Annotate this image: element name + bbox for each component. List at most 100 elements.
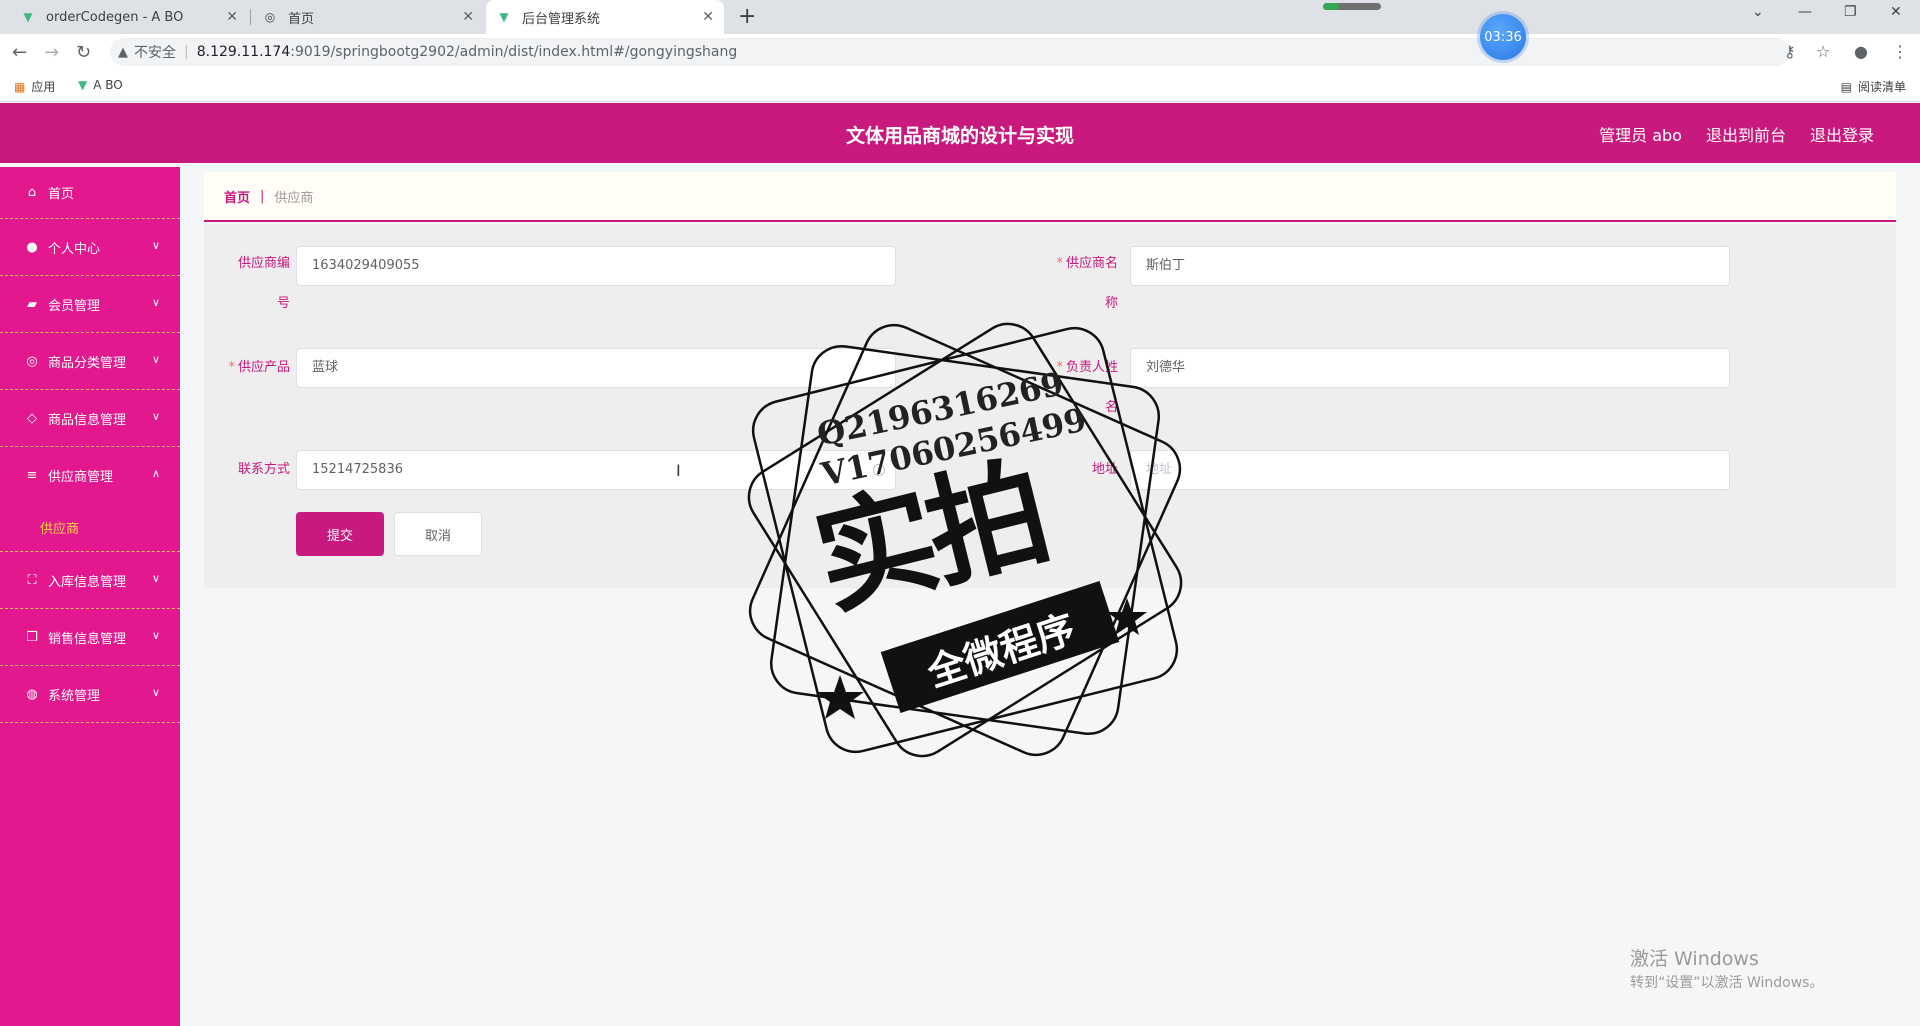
browser-tab[interactable]: ◎ 首页 ✕ bbox=[252, 0, 484, 34]
sidebar-item-home[interactable]: ⌂ 首页 bbox=[0, 167, 180, 219]
logout-link[interactable]: 退出登录 bbox=[1810, 122, 1874, 146]
bookmark-apps[interactable]: ▦ 应用 bbox=[14, 78, 55, 95]
app-header: 文体用品商城的设计与实现 管理员 abo 退出到前台 退出登录 bbox=[0, 103, 1920, 163]
frame-icon: ⛶ bbox=[27, 572, 37, 588]
tab-title: 后台管理系统 bbox=[522, 11, 601, 27]
sidebar-item-members[interactable]: ▰ 会员管理 ∨ bbox=[0, 276, 180, 333]
address-host: 8.129.11.174 bbox=[196, 44, 291, 60]
address-path: :9019/springbootg2902/admin/dist/index.h… bbox=[290, 44, 738, 60]
vue-icon: ▼ bbox=[23, 10, 33, 24]
supplier-name-input[interactable]: 斯伯丁 bbox=[1130, 246, 1730, 286]
sidebar-subitem-supplier[interactable]: 供应商 bbox=[0, 504, 180, 552]
back-icon[interactable]: ← bbox=[12, 42, 27, 63]
tab-search-icon[interactable]: ⌄ bbox=[1752, 4, 1764, 20]
breadcrumb-current: 供应商 bbox=[274, 190, 314, 206]
close-tab-icon[interactable]: ✕ bbox=[226, 9, 238, 25]
breadcrumb: 首页 | 供应商 bbox=[204, 172, 1896, 222]
warning-icon: ▲ bbox=[118, 44, 128, 60]
address-bar[interactable]: ▲ 不安全 | 8.129.11.174 :9019/springbootg29… bbox=[110, 38, 1790, 66]
apps-grid-icon: ▦ bbox=[14, 79, 26, 94]
minimize-icon[interactable]: — bbox=[1798, 4, 1812, 20]
close-tab-icon[interactable]: ✕ bbox=[462, 9, 474, 25]
goods-icon: ◇ bbox=[27, 410, 37, 426]
user-icon: ● bbox=[26, 239, 38, 255]
sidebar-item-label: 会员管理 bbox=[48, 298, 101, 314]
bookmark-label: A BO bbox=[93, 78, 123, 92]
key-icon[interactable]: ⚷ bbox=[1784, 42, 1796, 61]
phone-value: 15214725836 bbox=[312, 462, 403, 477]
sidebar-item-label: 系统管理 bbox=[48, 688, 101, 704]
tab-divider bbox=[250, 9, 251, 25]
product-label: * 供应产品 bbox=[228, 360, 290, 375]
sidebar-item-system[interactable]: ◍ 系统管理 ∨ bbox=[0, 666, 180, 723]
new-tab-button[interactable]: + bbox=[738, 4, 756, 29]
breadcrumb-home[interactable]: 首页 bbox=[224, 187, 250, 206]
submit-button[interactable]: 提交 bbox=[296, 512, 384, 556]
compass-icon: ◎ bbox=[26, 353, 38, 369]
address-divider: | bbox=[184, 44, 189, 60]
chevron-down-icon: ∨ bbox=[151, 410, 160, 423]
bookmarks-bar: ▦ 应用 ▼ A BO ▤ 阅读清单 bbox=[0, 70, 1920, 102]
sidebar-item-label: 销售信息管理 bbox=[48, 631, 127, 647]
main-content: 首页 | 供应商 供应商编 号 1634029409055 * 供应商名 称 斯伯… bbox=[204, 172, 1896, 588]
sidebar-item-label: 商品信息管理 bbox=[48, 412, 127, 428]
address-input[interactable]: 地址 bbox=[1130, 450, 1730, 490]
bookmark-label: 应用 bbox=[31, 80, 56, 94]
globe-icon: ◍ bbox=[26, 686, 38, 702]
sidebar-item-label: 个人中心 bbox=[48, 241, 101, 257]
sidebar-item-categories[interactable]: ◎ 商品分类管理 ∨ bbox=[0, 333, 180, 390]
reading-list-icon: ▤ bbox=[1840, 79, 1852, 94]
breadcrumb-separator: | bbox=[260, 188, 265, 204]
sidebar-item-goods[interactable]: ◇ 商品信息管理 ∨ bbox=[0, 390, 180, 447]
copy-icon: ❐ bbox=[26, 629, 38, 645]
text-cursor-icon: I bbox=[676, 461, 681, 480]
tab-title: 首页 bbox=[288, 11, 315, 27]
contact-name-input[interactable]: 刘德华 bbox=[1130, 348, 1730, 388]
browser-toolbar: ← → ↻ ▲ 不安全 | 8.129.11.174 :9019/springb… bbox=[0, 34, 1920, 70]
more-icon[interactable]: ⋮ bbox=[1892, 42, 1908, 61]
browser-tab-active[interactable]: ▼ 后台管理系统 ✕ bbox=[486, 0, 724, 34]
sidebar: ⌂ 首页 ● 个人中心 ∨ ▰ 会员管理 ∨ ◎ 商品分类管理 ∨ ◇ 商品信息… bbox=[0, 167, 180, 1026]
supplier-no-label: 供应商编 号 bbox=[237, 256, 290, 311]
browser-tab[interactable]: ▼ orderCodegen - A BO ✕ bbox=[10, 0, 248, 34]
bookmark-abo[interactable]: ▼ A BO bbox=[78, 78, 123, 92]
vue-icon: ▼ bbox=[78, 78, 88, 92]
sidebar-item-suppliers[interactable]: ≡ 供应商管理 ∧ bbox=[0, 447, 180, 504]
windows-watermark-title: 激活 Windows bbox=[1630, 948, 1759, 970]
reload-icon[interactable]: ↻ bbox=[76, 42, 91, 63]
sidebar-item-label: 供应商管理 bbox=[48, 470, 114, 485]
windows-watermark-subtitle: 转到“设置”以激活 Windows。 bbox=[1630, 975, 1824, 991]
supplier-no-input[interactable]: 1634029409055 bbox=[296, 246, 896, 286]
vue-icon: ▼ bbox=[499, 10, 509, 24]
chevron-down-icon: ∨ bbox=[151, 686, 160, 699]
globe-icon: ◎ bbox=[264, 10, 276, 24]
sidebar-item-sales[interactable]: ❐ 销售信息管理 ∨ bbox=[0, 609, 180, 666]
sidebar-item-label: 首页 bbox=[48, 187, 75, 202]
sidebar-item-label: 入库信息管理 bbox=[48, 574, 127, 590]
sidebar-item-personal[interactable]: ● 个人中心 ∨ bbox=[0, 219, 180, 276]
chevron-down-icon: ∨ bbox=[151, 572, 160, 585]
stamp-overlay: Q2196316269 V17060256499 实拍 全微程序 bbox=[715, 290, 1215, 790]
admin-user-label: 管理员 abo bbox=[1599, 126, 1682, 145]
insecure-label: 不安全 bbox=[134, 45, 176, 61]
chevron-up-icon: ∧ bbox=[151, 467, 160, 480]
tab-title: orderCodegen - A BO bbox=[46, 9, 184, 25]
home-icon: ⌂ bbox=[27, 185, 37, 200]
forward-icon[interactable]: → bbox=[44, 42, 59, 63]
chevron-down-icon: ∨ bbox=[151, 239, 160, 252]
close-window-icon[interactable]: ✕ bbox=[1890, 4, 1902, 20]
reading-list[interactable]: ▤ 阅读清单 bbox=[1841, 78, 1906, 95]
sidebar-item-stock-in[interactable]: ⛶ 入库信息管理 ∨ bbox=[0, 552, 180, 609]
profile-icon[interactable]: ● bbox=[1854, 42, 1868, 61]
progress-indicator bbox=[1323, 3, 1381, 10]
menu-icon: ≡ bbox=[26, 468, 38, 483]
star-icon[interactable]: ☆ bbox=[1816, 42, 1830, 61]
back-to-front-link[interactable]: 退出到前台 bbox=[1706, 122, 1786, 146]
restore-icon[interactable]: ❐ bbox=[1844, 4, 1857, 20]
chevron-down-icon: ∨ bbox=[151, 629, 160, 642]
browser-tab-strip: ▼ orderCodegen - A BO ✕ ◎ 首页 ✕ ▼ 后台管理系统 … bbox=[0, 0, 1920, 34]
cancel-button[interactable]: 取消 bbox=[394, 512, 482, 556]
reading-list-label: 阅读清单 bbox=[1857, 80, 1906, 94]
recording-timer: 03:36 bbox=[1480, 14, 1526, 60]
close-tab-icon[interactable]: ✕ bbox=[702, 9, 714, 25]
